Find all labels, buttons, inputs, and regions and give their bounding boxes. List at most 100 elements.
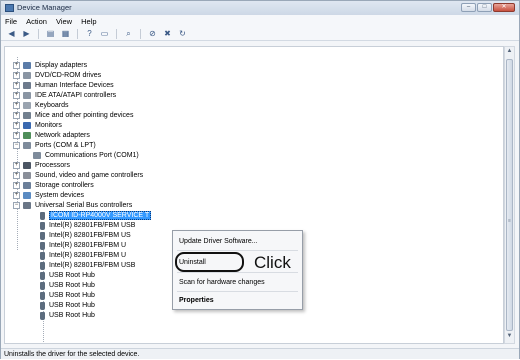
uninstall-icon[interactable]: ✖ <box>162 29 173 39</box>
menu-action[interactable]: Action <box>26 17 47 26</box>
usb-device[interactable]: Intel(R) 82801FB/FBM U <box>40 251 126 260</box>
tree-category-system[interactable]: + System devices <box>13 191 84 200</box>
mouse-icon <box>23 112 31 119</box>
usb-device-icon <box>40 261 45 270</box>
window-title: Device Manager <box>17 3 72 12</box>
context-scan-hardware[interactable]: Scan for hardware changes <box>179 279 265 286</box>
menu-file[interactable]: File <box>5 17 17 26</box>
menu-view[interactable]: View <box>56 17 72 26</box>
tree-category-monitors[interactable]: + Monitors <box>13 121 62 130</box>
usb-device-icon <box>40 301 45 310</box>
tree-device-com1[interactable]: Communications Port (COM1) <box>33 151 139 160</box>
help-icon[interactable]: ? <box>84 29 95 39</box>
expand-toggle[interactable]: + <box>13 82 20 89</box>
menu-help[interactable]: Help <box>81 17 96 26</box>
category-label: Monitors <box>35 122 62 129</box>
usb-root-hub[interactable]: USB Root Hub <box>40 271 95 280</box>
usb-device-icon <box>40 291 45 300</box>
toolbar-separator <box>77 28 78 39</box>
storage-controller-icon <box>23 182 31 189</box>
dvd-drive-icon <box>23 72 31 79</box>
device-label: USB Root Hub <box>49 292 95 299</box>
device-label: Communications Port (COM1) <box>45 152 139 159</box>
maximize-button[interactable]: □ <box>477 3 492 12</box>
usb-root-hub[interactable]: USB Root Hub <box>40 311 95 320</box>
usb-device-icon <box>40 271 45 280</box>
usb-root-hub[interactable]: USB Root Hub <box>40 301 95 310</box>
port-icon <box>23 142 31 149</box>
scroll-down-icon[interactable]: ▼ <box>505 333 514 342</box>
usb-root-hub[interactable]: USB Root Hub <box>40 281 95 290</box>
expand-toggle[interactable]: + <box>13 122 20 129</box>
usb-device-icon <box>40 241 45 250</box>
usb-device[interactable]: Intel(R) 82801FB/FBM USB <box>40 221 135 230</box>
expand-toggle[interactable]: + <box>13 132 20 139</box>
back-icon[interactable]: ◀ <box>6 29 17 39</box>
usb-device-icon <box>40 281 45 290</box>
tree-category-ide[interactable]: + IDE ATA/ATAPI controllers <box>13 91 116 100</box>
category-label: Display adapters <box>35 62 88 69</box>
expand-toggle[interactable]: + <box>13 182 20 189</box>
enable-icon[interactable]: ↻ <box>177 29 188 39</box>
scan-icon[interactable]: ⌕ <box>123 29 134 39</box>
tree-category-sound[interactable]: + Sound, video and game controllers <box>13 171 143 180</box>
device-label: Intel(R) 82801FB/FBM U <box>49 252 127 259</box>
scroll-up-icon[interactable]: ▲ <box>505 48 514 57</box>
expand-toggle[interactable]: + <box>13 102 20 109</box>
tree-category-usb[interactable]: − Universal Serial Bus controllers <box>13 201 132 210</box>
scroll-grip-icon: ≡ <box>508 218 511 224</box>
properties-icon[interactable]: ▤ <box>45 29 56 39</box>
toolbar-separator <box>116 28 117 39</box>
expand-toggle[interactable]: + <box>13 92 20 99</box>
category-label: Ports (COM & LPT) <box>35 142 96 149</box>
usb-device-selected[interactable]: ICOM ID-RP4000V SERVICE T <box>40 211 152 220</box>
category-label: Human Interface Devices <box>35 82 114 89</box>
expand-toggle[interactable]: + <box>13 72 20 79</box>
vertical-scrollbar[interactable]: ▲ ≡ ▼ <box>504 46 515 344</box>
tree-category-storage[interactable]: + Storage controllers <box>13 181 94 190</box>
category-label: Keyboards <box>35 102 69 109</box>
expand-toggle[interactable]: + <box>13 192 20 199</box>
device-label: USB Root Hub <box>49 282 95 289</box>
title-bar[interactable]: Device Manager – □ ✕ <box>1 1 519 15</box>
expand-toggle[interactable]: + <box>13 62 20 69</box>
forward-icon[interactable]: ▶ <box>21 29 32 39</box>
tree-category-hid[interactable]: + Human Interface Devices <box>13 81 114 90</box>
device-label: Intel(R) 82801FB/FBM USB <box>49 222 136 229</box>
window-controls: – □ ✕ <box>461 3 515 12</box>
device-manager-window: Device Manager – □ ✕ File Action View He… <box>0 0 520 359</box>
device-label: Intel(R) 82801FB/FBM U <box>49 242 127 249</box>
usb-device[interactable]: Intel(R) 82801FB/FBM USB <box>40 261 135 270</box>
update-icon[interactable]: ▦ <box>60 29 71 39</box>
context-properties[interactable]: Properties <box>179 297 214 304</box>
tree-category-display-adapters[interactable]: + Display adapters <box>13 61 87 70</box>
tree-category-mice[interactable]: + Mice and other pointing devices <box>13 111 133 120</box>
tree-category-ports[interactable]: − Ports (COM & LPT) <box>13 141 96 150</box>
tree-category-dvd-drives[interactable]: + DVD/CD-ROM drives <box>13 71 101 80</box>
close-button[interactable]: ✕ <box>493 3 515 12</box>
usb-device-icon <box>40 211 45 220</box>
tree-category-processors[interactable]: + Processors <box>13 161 70 170</box>
collapse-toggle[interactable]: − <box>13 142 20 149</box>
collapse-toggle[interactable]: − <box>13 202 20 209</box>
usb-device[interactable]: Intel(R) 82801FB/FBM U <box>40 241 126 250</box>
display-adapter-icon <box>23 62 31 69</box>
disable-icon[interactable]: ⊘ <box>147 29 158 39</box>
device-label: ICOM ID-RP4000V SERVICE T <box>49 211 152 220</box>
usb-root-hub[interactable]: USB Root Hub <box>40 291 95 300</box>
monitor-icon[interactable]: ▭ <box>99 29 110 39</box>
context-update-driver[interactable]: Update Driver Software... <box>179 238 258 245</box>
usb-device[interactable]: Intel(R) 82801FB/FBM US <box>40 231 131 240</box>
keyboard-icon <box>23 102 31 109</box>
category-label: DVD/CD-ROM drives <box>35 72 102 79</box>
expand-toggle[interactable]: + <box>13 172 20 179</box>
expand-toggle[interactable]: + <box>13 162 20 169</box>
tree-category-network[interactable]: + Network adapters <box>13 131 90 140</box>
category-label: System devices <box>35 192 85 199</box>
expand-toggle[interactable]: + <box>13 112 20 119</box>
toolbar: ◀ ▶ ▤ ▦ ? ▭ ⌕ ⊘ ✖ ↻ <box>1 27 519 41</box>
usb-device-icon <box>40 251 45 260</box>
scroll-thumb[interactable]: ≡ <box>506 59 513 331</box>
tree-category-keyboards[interactable]: + Keyboards <box>13 101 68 110</box>
minimize-button[interactable]: – <box>461 3 476 12</box>
